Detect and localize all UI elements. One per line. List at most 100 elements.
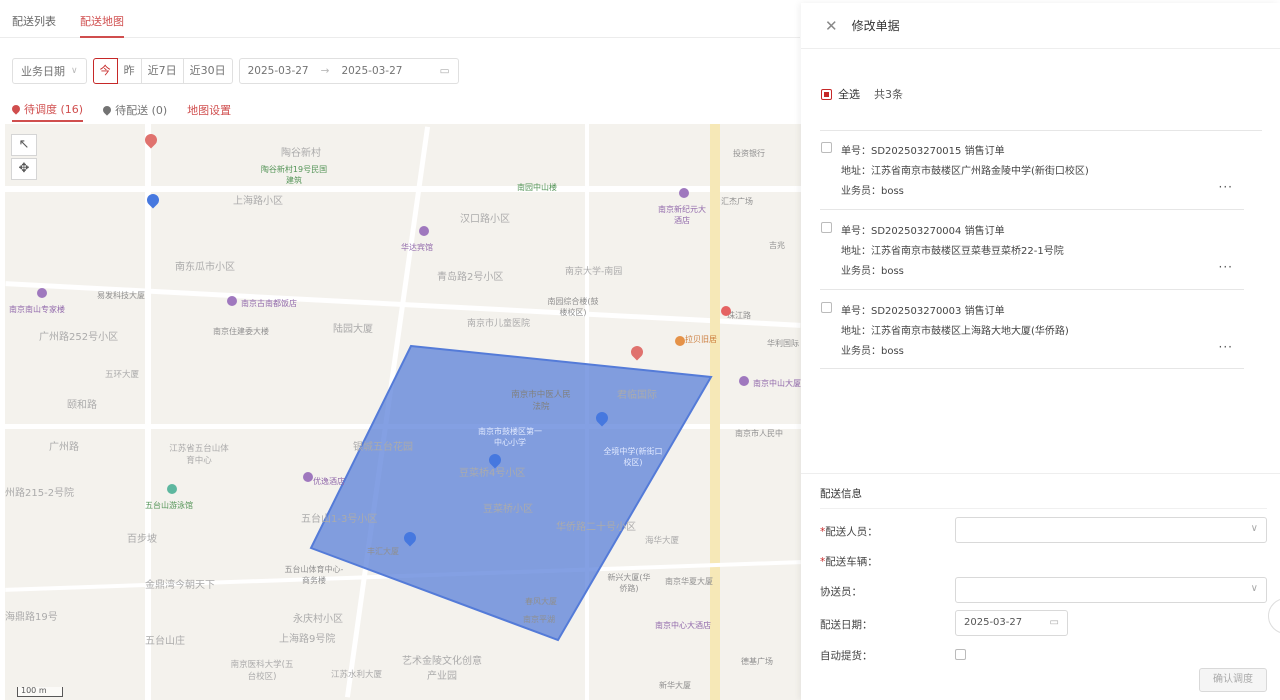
map-label: 江苏水利大厦 [331, 670, 383, 680]
tab-delivery-list[interactable]: 配送列表 [12, 0, 56, 38]
order-item[interactable]: 单号：SD202503270015 销售订单 地址：江苏省南京市鼓楼区广州路金陵… [821, 133, 1245, 211]
map-label: 金鼎湾今朝天下 [145, 580, 215, 591]
poi-label: 南京住建委大楼 [213, 327, 269, 336]
order-salesperson: 业务员：boss [841, 186, 904, 197]
order-item[interactable]: 单号：SD202503270004 销售订单 地址：江苏省南京市鼓楼区豆菜巷豆菜… [821, 213, 1245, 291]
map-label: 海鼎路19号 [5, 612, 58, 623]
map-label: 五台山1-3号小区 [301, 514, 378, 525]
assistant-select[interactable]: ∨ [955, 577, 1267, 603]
order-item[interactable]: 单号：SD202503270003 销售订单 地址：江苏省南京市鼓楼区上海路大地… [821, 293, 1245, 371]
poi-marker [303, 472, 313, 482]
drawer-title: 修改单据 [851, 19, 900, 33]
poi-label: 易发科技大厦 [97, 291, 145, 300]
map-settings-link[interactable]: 地图设置 [187, 102, 231, 118]
poi-label: 五台山游泳馆 [145, 501, 193, 510]
cursor-icon[interactable]: ↖ [11, 134, 37, 156]
calendar-icon: ▭ [439, 65, 450, 77]
map-label: 豆菜桥小区 [483, 504, 533, 515]
poi-label: 新兴大厦(华侨路) [607, 573, 651, 593]
courier-label: *配送人员： [820, 526, 878, 538]
tab-pending-dispatch[interactable]: 待调度 (16) [10, 98, 84, 122]
more-icon[interactable]: ··· [1219, 260, 1233, 274]
quick-today-button[interactable]: 今 [92, 58, 118, 84]
order-address: 地址：江苏省南京市鼓楼区豆菜巷豆菜桥22-1号院 [841, 246, 1064, 257]
tab-delivery-map[interactable]: 配送地图 [80, 0, 124, 38]
quick-30d-button[interactable]: 近30日 [182, 58, 233, 84]
select-all-checkbox[interactable] [821, 88, 832, 100]
more-icon[interactable]: ··· [1219, 340, 1233, 354]
map-label: 南京医科大学(五台校区) [230, 660, 294, 682]
poi-label: 优逸酒店 [313, 477, 345, 486]
map-pin-icon [10, 103, 22, 115]
select-all[interactable]: 全选 共3条 [821, 86, 903, 102]
map-scale: 100 m [17, 687, 63, 697]
poi-label: 南京市人民中 [735, 429, 783, 438]
divider [820, 508, 1267, 509]
poi-marker [721, 306, 731, 316]
view-tabs: 配送列表 配送地图 [0, 0, 800, 38]
more-icon[interactable]: ··· [1219, 180, 1233, 194]
poi-label: 南京中山大厦 [753, 379, 801, 388]
map-label: 南东瓜市小区 [175, 262, 235, 273]
order-salesperson: 业务员：boss [841, 266, 904, 277]
map-label: 海华大厦 [645, 536, 680, 546]
poi-label: 南园中山楼 [517, 183, 557, 192]
poi-marker [167, 484, 177, 494]
map-label: 广州路 [49, 442, 79, 453]
poi-marker [675, 336, 685, 346]
date-range-picker[interactable]: 2025-03-27 → 2025-03-27 ▭ [238, 58, 459, 84]
date-type-label: 业务日期 [21, 65, 65, 78]
map-label: 江苏省五台山体育中心 [169, 444, 229, 466]
delivery-date-picker[interactable]: 2025-03-27 ▭ [955, 610, 1068, 636]
map-label: 华侨路二十号小区 [556, 522, 636, 533]
map-label: 百步坡 [127, 534, 157, 545]
order-address: 地址：江苏省南京市鼓楼区广州路金陵中学(新街口校区) [841, 166, 1089, 177]
poi-label: 南京古南都饭店 [241, 299, 297, 308]
courier-select[interactable]: ∨ [955, 517, 1267, 543]
poi-label: 汇杰广场 [721, 197, 753, 206]
close-icon[interactable]: ✕ [825, 17, 838, 35]
auto-pickup-checkbox[interactable] [955, 649, 966, 660]
map-label: 五环大厦 [105, 370, 140, 380]
order-count: 共3条 [874, 88, 903, 101]
poi-label: 拉贝旧居 [685, 335, 717, 344]
map-pin-icon [101, 104, 113, 116]
poi-label: 南京新纪元大酒店 [658, 205, 706, 225]
poi-marker [37, 288, 47, 298]
order-checkbox[interactable] [821, 142, 832, 153]
quick-7d-button[interactable]: 近7日 [140, 58, 184, 84]
move-icon[interactable]: ✥ [11, 158, 37, 180]
map-label: 汉口路小区 [460, 214, 510, 225]
poi-label: 投资银行 [733, 149, 765, 158]
range-sep: → [320, 65, 330, 77]
map-label: 陆园大厦 [333, 324, 373, 335]
poi-label: 南京中心大酒店 [655, 621, 711, 630]
auto-pickup-label: 自动提货： [820, 650, 873, 662]
poi-marker [227, 296, 237, 306]
vehicle-label: *配送车辆： [820, 556, 878, 568]
map-label: 颐和路 [67, 400, 97, 411]
map-label: 南京市中医人民法院 [511, 390, 571, 412]
date-type-select[interactable]: 业务日期 ∨ [12, 58, 87, 84]
map-label: 五台山庄 [145, 636, 185, 647]
map-label: 州路215-2号院 [5, 488, 75, 499]
delivery-map[interactable]: 陶谷新村 上海路小区 南东瓜市小区 汉口路小区 青岛路2号小区 南京大学-南园 … [5, 124, 801, 700]
divider [820, 130, 1262, 131]
poi-marker [419, 226, 429, 236]
map-label: 南京大学-南园 [565, 267, 623, 277]
poi-label: 华达宾馆 [401, 243, 433, 252]
order-checkbox[interactable] [821, 302, 832, 313]
poi-label: 德基广场 [741, 657, 773, 666]
quick-yesterday-button[interactable]: 昨 [116, 58, 142, 84]
poi-label: 陶谷新村19号民国建筑 [260, 165, 328, 185]
confirm-dispatch-button[interactable]: 确认调度 [1199, 668, 1267, 692]
map-label: 广州路252号小区 [39, 332, 119, 343]
tab-pending-delivery[interactable]: 待配送 (0) [101, 98, 167, 122]
poi-label: 全境中学(新街口校区) [603, 447, 663, 467]
map-label: 君临国际 [617, 390, 657, 401]
order-checkbox[interactable] [821, 222, 832, 233]
map-label: 青岛路2号小区 [437, 272, 504, 283]
chevron-down-icon: ∨ [1250, 523, 1258, 534]
map-label: 银城五台花园 [353, 442, 413, 453]
pending-dispatch-label: 待调度 (16) [24, 103, 84, 116]
